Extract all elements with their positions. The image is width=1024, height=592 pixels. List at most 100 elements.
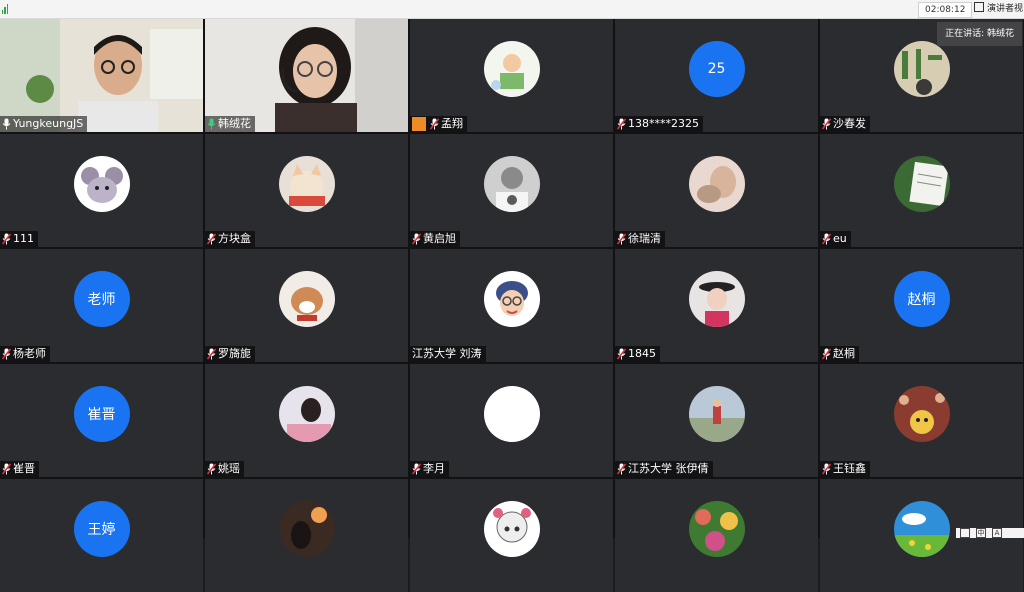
participant-tile[interactable]: 25 138****2325 <box>615 19 818 132</box>
participant-tile[interactable]: 老师杨老师 <box>0 249 203 362</box>
participant-tile[interactable]: 1845 <box>615 249 818 362</box>
profile-photo <box>278 270 335 327</box>
avatar: 崔晋 <box>73 385 130 442</box>
participant-name: eu <box>833 232 847 245</box>
profile-photo <box>893 155 950 212</box>
participant-tile[interactable]: 姚瑶 <box>205 364 408 477</box>
participant-tile[interactable]: 王婷 <box>0 479 203 592</box>
profile-photo <box>483 40 540 97</box>
avatar-initials: 王婷 <box>87 521 116 538</box>
participant-tile[interactable]: 赵桐 赵桐 <box>820 249 1023 362</box>
participant-tile[interactable]: 江苏大学 张伊倩 <box>615 364 818 477</box>
avatar: 赵桐 <box>893 270 950 327</box>
profile-photo <box>73 155 130 212</box>
avatar <box>483 500 540 557</box>
avatar <box>278 155 335 212</box>
participant-name-bar: 黄启旭 <box>410 231 460 247</box>
avatar <box>688 155 745 212</box>
participant-tile[interactable]: 111 <box>0 134 203 247</box>
profile-photo <box>688 385 745 442</box>
participant-tile[interactable]: 方块盒 <box>205 134 408 247</box>
avatar <box>483 270 540 327</box>
participant-name-bar: 江苏大学 张伊倩 <box>615 461 713 477</box>
participant-name: 崔晋 <box>13 462 35 475</box>
participant-name: 江苏大学 刘涛 <box>412 347 482 360</box>
profile-photo <box>893 500 950 557</box>
avatar <box>278 270 335 327</box>
avatar-initials: 25 <box>707 60 726 77</box>
mic-muted-icon <box>207 463 216 475</box>
profile-photo <box>483 270 540 327</box>
participant-tile[interactable] <box>615 479 818 592</box>
participant-name-bar: 孟翔 <box>410 116 467 132</box>
avatar: 25 <box>688 40 745 97</box>
participant-name-bar: 姚瑶 <box>205 461 244 477</box>
mic-muted-icon <box>412 233 421 245</box>
participant-name-bar: 杨老师 <box>0 346 50 362</box>
mic-muted-icon <box>822 233 831 245</box>
avatar <box>893 40 950 97</box>
participant-name: 徐瑞清 <box>628 232 661 245</box>
avatar <box>893 155 950 212</box>
profile-photo <box>278 155 335 212</box>
participant-name: 111 <box>13 232 34 245</box>
mic-muted-icon <box>2 233 11 245</box>
participant-name: 姚瑶 <box>218 462 240 475</box>
participant-name-bar: 1845 <box>615 346 660 362</box>
participant-name-bar: 徐瑞清 <box>615 231 665 247</box>
mic-muted-icon <box>822 118 831 130</box>
participant-name: 李月 <box>423 462 445 475</box>
participant-tile[interactable]: YungkeungJS <box>0 19 203 132</box>
meeting-timer: 02:08:12 <box>918 2 973 18</box>
participant-tile[interactable] <box>205 479 408 592</box>
avatar <box>688 385 745 442</box>
mic-muted-icon <box>430 118 439 130</box>
mic-muted-icon <box>207 348 216 360</box>
participant-tile[interactable]: 崔晋 崔晋 <box>0 364 203 477</box>
participant-name: 江苏大学 张伊倩 <box>628 462 709 475</box>
participant-tile[interactable]: 徐瑞清 <box>615 134 818 247</box>
profile-photo <box>483 500 540 557</box>
profile-photo <box>688 500 745 557</box>
participant-name: 杨老师 <box>13 347 46 360</box>
participant-tile[interactable]: 李月 <box>410 364 613 477</box>
participant-name-bar: eu <box>820 231 851 247</box>
tray-item[interactable]: 中 <box>976 528 986 538</box>
participant-name-bar: 江苏大学 刘涛 <box>410 346 486 362</box>
participant-name: 138****2325 <box>628 117 699 130</box>
participant-tile[interactable] <box>410 479 613 592</box>
participant-name-bar: 韩绒花 <box>205 116 255 132</box>
layout-icon <box>974 2 984 12</box>
participant-tile[interactable]: 韩绒花 <box>205 19 408 132</box>
participant-name: 孟翔 <box>441 117 463 130</box>
mic-muted-icon <box>617 118 626 130</box>
participant-tile[interactable]: eu <box>820 134 1023 247</box>
participant-grid: YungkeungJS 韩绒花 孟翔 25 138****2325 沙春发 111 方块盒 黄启… <box>0 19 1024 592</box>
host-icon <box>412 117 426 131</box>
avatar <box>278 500 335 557</box>
speaker-view-button[interactable]: 演讲者视 <box>974 2 1023 16</box>
speaker-view-label: 演讲者视 <box>987 4 1024 14</box>
avatar <box>483 385 540 442</box>
participant-name: YungkeungJS <box>13 117 84 130</box>
participant-name: 赵桐 <box>833 347 855 360</box>
profile-photo <box>278 500 335 557</box>
participant-tile[interactable]: 黄启旭 <box>410 134 613 247</box>
avatar <box>483 155 540 212</box>
participant-name-bar: 111 <box>0 231 38 247</box>
participant-tile[interactable]: 王钰鑫 <box>820 364 1023 477</box>
avatar-initials: 赵桐 <box>907 291 936 308</box>
participant-name: 王钰鑫 <box>833 462 866 475</box>
avatar <box>893 500 950 557</box>
participant-name-bar: 赵桐 <box>820 346 859 362</box>
participant-tile[interactable]: 江苏大学 刘涛 <box>410 249 613 362</box>
mic-icon <box>207 118 216 130</box>
participant-tile[interactable]: 罗旖旎 <box>205 249 408 362</box>
profile-photo <box>688 155 745 212</box>
avatar-initials: 老师 <box>87 291 116 308</box>
participant-tile[interactable]: 孟翔 <box>410 19 613 132</box>
participant-name-bar: 王钰鑫 <box>820 461 870 477</box>
tray-item[interactable]: A <box>992 528 1002 538</box>
tray-check-icon[interactable] <box>960 528 970 538</box>
participant-name: 韩绒花 <box>218 117 251 130</box>
